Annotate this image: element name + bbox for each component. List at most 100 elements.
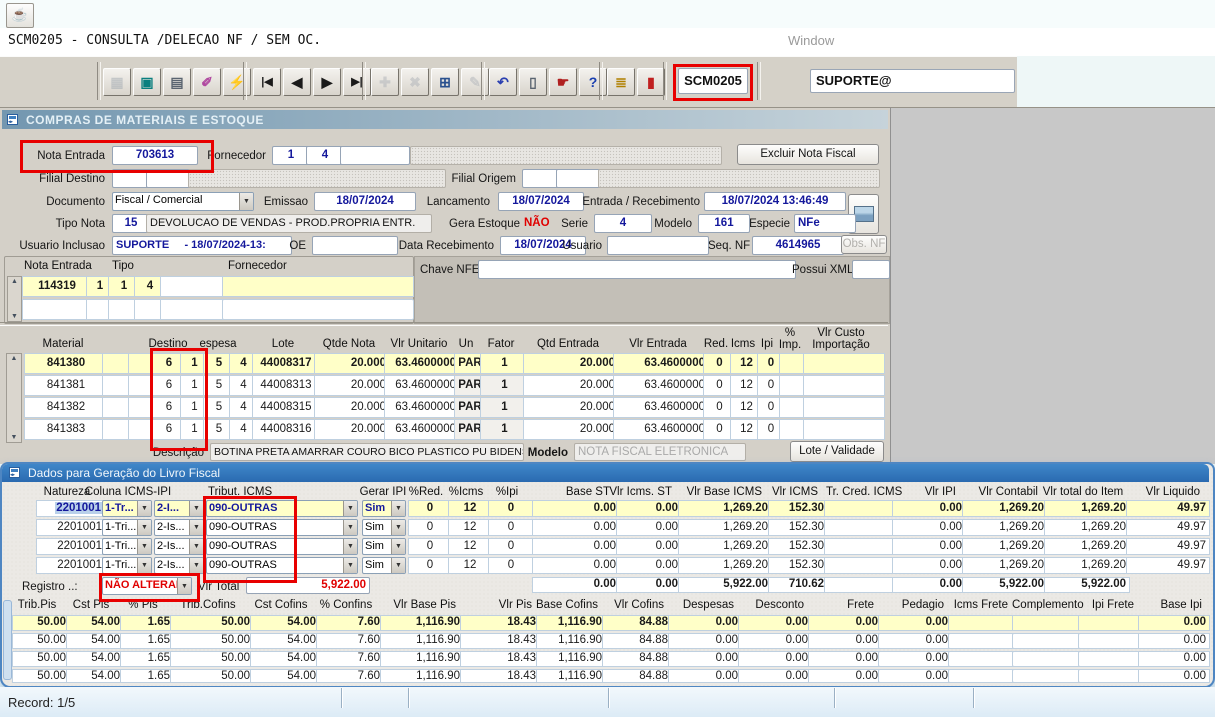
fis-col1-dropdown[interactable]: 1-Tr...▼ xyxy=(102,500,152,517)
fis-icms_st[interactable]: 0.00 xyxy=(616,538,682,555)
chevron-down-icon[interactable]: ▼ xyxy=(189,539,203,554)
tax-cell[interactable]: 0.00 xyxy=(1138,669,1210,683)
fis-gerar-dropdown[interactable]: Sim▼ xyxy=(362,557,406,574)
mat-vlrent[interactable]: 63.4600000 xyxy=(613,375,709,396)
fis-picms[interactable]: 12 xyxy=(448,557,492,574)
nota-grid-cell[interactable] xyxy=(222,299,414,320)
fis-base_icms[interactable]: 1,269.20 xyxy=(678,500,772,517)
tax-cell[interactable]: 0.00 xyxy=(878,669,952,683)
mat-fator[interactable]: 1 xyxy=(480,353,529,374)
chevron-down-icon[interactable]: ▼ xyxy=(137,501,151,516)
especie-field[interactable]: NFe xyxy=(794,214,856,233)
materials-scrollbar[interactable]: ▲▼ xyxy=(6,353,22,443)
tax-cell[interactable] xyxy=(948,633,1016,649)
scroll-down-icon[interactable]: ▼ xyxy=(8,313,21,320)
tax-cell[interactable]: 1,116.90 xyxy=(380,633,464,649)
print-button[interactable]: ▤ xyxy=(163,68,191,96)
tax-cell[interactable]: 50.00 xyxy=(170,669,254,683)
fis-base_icms[interactable]: 1,269.20 xyxy=(678,538,772,555)
chevron-down-icon[interactable]: ▼ xyxy=(391,520,405,535)
fis-total_item[interactable]: 1,269.20 xyxy=(1044,538,1130,555)
tax-cell[interactable] xyxy=(1078,651,1142,667)
tax-cell[interactable]: 7.60 xyxy=(316,651,384,667)
filial-origem-field-2[interactable] xyxy=(556,169,602,188)
nota-grid-cell[interactable]: 114319 xyxy=(22,276,92,297)
mat-qtde[interactable]: 20.000 xyxy=(314,419,390,440)
chevron-down-icon[interactable]: ▼ xyxy=(391,501,405,516)
mat-lote[interactable]: 44008315 xyxy=(252,397,320,418)
nav-last-button[interactable]: ▶| xyxy=(343,68,371,96)
mat-fator[interactable]: 1 xyxy=(480,397,529,418)
tax-cell[interactable]: 0.00 xyxy=(738,651,812,667)
tax-cell[interactable] xyxy=(948,669,1016,683)
delete-button[interactable]: ✖ xyxy=(401,68,429,96)
tax-cell[interactable]: 1,116.90 xyxy=(536,633,606,649)
tax-cell[interactable]: 0.00 xyxy=(1138,615,1210,631)
tax-cell[interactable]: 0.00 xyxy=(738,633,812,649)
chevron-down-icon[interactable]: ▼ xyxy=(189,558,203,573)
fis-vicms[interactable]: 152.30 xyxy=(768,519,828,536)
filial-destino-field-2[interactable] xyxy=(146,169,192,188)
fis-vipi[interactable]: 0.00 xyxy=(892,519,966,536)
hand-help-button[interactable]: ☛ xyxy=(549,68,577,96)
nota-grid-cell[interactable] xyxy=(222,276,414,297)
chevron-down-icon[interactable]: ▼ xyxy=(137,558,151,573)
save-button[interactable]: ▦ xyxy=(103,68,131,96)
tax-cell[interactable]: 84.88 xyxy=(602,633,672,649)
fis-tr_cred[interactable] xyxy=(824,557,896,574)
tax-cell[interactable]: 54.00 xyxy=(250,669,320,683)
filial-destino-field-1[interactable] xyxy=(112,169,150,188)
tax-cell[interactable]: 0.00 xyxy=(668,651,742,667)
search-button[interactable]: ⊞ xyxy=(431,68,459,96)
mat-material[interactable]: 841382 xyxy=(24,397,108,418)
tax-cell[interactable] xyxy=(948,615,1016,631)
fis-col2-dropdown[interactable]: 2-Is...▼ xyxy=(154,519,204,536)
tax-cell[interactable]: 0.00 xyxy=(1138,651,1210,667)
fis-contabil[interactable]: 1,269.20 xyxy=(962,557,1048,574)
fis-icms_st[interactable]: 0.00 xyxy=(616,500,682,517)
nota-grid-cell[interactable] xyxy=(22,299,92,320)
fis-natureza[interactable]: 2201001 xyxy=(36,500,106,517)
mat-qtdent[interactable]: 20.000 xyxy=(523,419,619,440)
tax-cell[interactable]: 50.00 xyxy=(170,651,254,667)
mat-vcusto[interactable] xyxy=(803,419,885,440)
mat-lote[interactable]: 44008316 xyxy=(252,419,320,440)
user-field[interactable]: SUPORTE@ xyxy=(810,69,1015,93)
fis-pipi[interactable]: 0 xyxy=(488,538,534,555)
mat-vlrunit[interactable]: 63.4600000 xyxy=(384,397,460,418)
mat-material[interactable]: 841381 xyxy=(24,375,108,396)
fis-pred[interactable]: 0 xyxy=(408,519,452,536)
tax-cell[interactable]: 54.00 xyxy=(66,615,124,631)
mat-qtdent[interactable]: 20.000 xyxy=(523,397,619,418)
fis-picms[interactable]: 12 xyxy=(448,519,492,536)
fis-vicms[interactable]: 152.30 xyxy=(768,538,828,555)
tax-cell[interactable]: 54.00 xyxy=(66,651,124,667)
fis-pipi[interactable]: 0 xyxy=(488,519,534,536)
tax-cell[interactable] xyxy=(1012,651,1082,667)
tax-cell[interactable]: 0.00 xyxy=(668,633,742,649)
screen-button[interactable]: ▣ xyxy=(133,68,161,96)
fornecedor-field-3[interactable] xyxy=(340,146,410,165)
tax-cell[interactable]: 54.00 xyxy=(66,669,124,683)
fis-base_st[interactable]: 0.00 xyxy=(532,500,620,517)
mat-qtde[interactable]: 20.000 xyxy=(314,353,390,374)
mat-vcusto[interactable] xyxy=(803,375,885,396)
fis-pipi[interactable]: 0 xyxy=(488,500,534,517)
tax-cell[interactable] xyxy=(1012,633,1082,649)
tax-cell[interactable]: 84.88 xyxy=(602,669,672,683)
fis-contabil[interactable]: 1,269.20 xyxy=(962,500,1048,517)
tax-cell[interactable] xyxy=(948,651,1016,667)
fis-col1-dropdown[interactable]: 1-Tri...▼ xyxy=(102,557,152,574)
fis-vipi[interactable]: 0.00 xyxy=(892,557,966,574)
fis-vipi[interactable]: 0.00 xyxy=(892,538,966,555)
tax-cell[interactable]: 50.00 xyxy=(12,651,70,667)
mat-vcusto[interactable] xyxy=(803,353,885,374)
fis-tribut-dropdown[interactable]: 090-OUTRAS▼ xyxy=(206,538,358,555)
chevron-down-icon[interactable]: ▼ xyxy=(177,578,191,594)
mat-vlrunit[interactable]: 63.4600000 xyxy=(384,419,460,440)
fis-pred[interactable]: 0 xyxy=(408,538,452,555)
tax-cell[interactable]: 1,116.90 xyxy=(380,651,464,667)
fis-tribut-dropdown[interactable]: 090-OUTRAS▼ xyxy=(206,500,358,517)
mat-vlrent[interactable]: 63.4600000 xyxy=(613,419,709,440)
fis-total_item[interactable]: 1,269.20 xyxy=(1044,557,1130,574)
